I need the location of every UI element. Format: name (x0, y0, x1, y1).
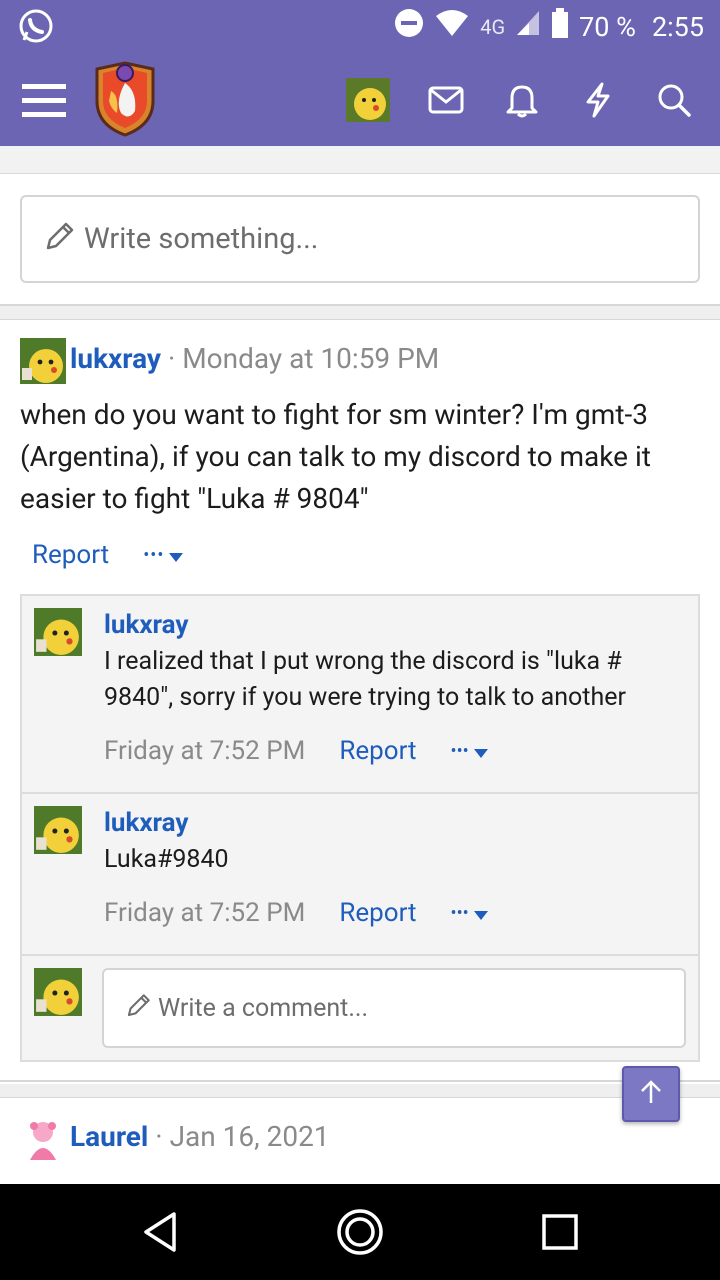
chevron-down-icon[interactable] (473, 898, 489, 928)
lightning-icon[interactable] (572, 74, 624, 126)
post-author[interactable]: Laurel (70, 1120, 148, 1153)
post-author[interactable]: lukxray (70, 342, 161, 375)
dnd-icon (394, 8, 424, 45)
profile-post: lukxray · Monday at 10:59 PM when do you… (0, 320, 720, 1082)
battery-level: 70 % (579, 10, 636, 43)
comment-meta: Friday at 7:52 PM Report ••• (104, 736, 489, 766)
post-header: lukxray · Monday at 10:59 PM (70, 342, 439, 375)
comment-time[interactable]: Friday at 7:52 PM (104, 736, 305, 766)
mail-icon[interactable] (420, 74, 472, 126)
report-link[interactable]: Report (339, 898, 416, 928)
post-time[interactable]: Monday at 10:59 PM (182, 342, 439, 375)
home-icon[interactable] (334, 1206, 386, 1258)
menu-icon[interactable] (18, 74, 70, 126)
comments-section: lukxray I realized that I put wrong the … (20, 594, 700, 1062)
avatar[interactable] (20, 338, 66, 384)
whatsapp-icon (18, 8, 54, 48)
back-icon[interactable] (134, 1206, 186, 1258)
comment-text: I realized that I put wrong the discord … (104, 647, 626, 712)
profile-post: Laurel · Jan 16, 2021 (0, 1098, 720, 1186)
comment-author[interactable]: lukxray (104, 610, 188, 640)
scroll-to-top-button[interactable] (622, 1066, 680, 1122)
write-something-input[interactable]: Write something... (20, 195, 700, 283)
avatar[interactable] (34, 608, 82, 656)
signal-icon (515, 9, 541, 44)
more-options-button[interactable]: ••• (143, 545, 164, 566)
divider (0, 306, 720, 320)
app-bar (0, 52, 720, 146)
battery-icon (551, 8, 569, 45)
bell-icon[interactable] (496, 74, 548, 126)
avatar[interactable] (20, 1116, 66, 1162)
site-logo[interactable] (92, 60, 158, 138)
pencil-icon (42, 220, 76, 258)
more-options-button[interactable]: ••• (451, 741, 469, 762)
recents-icon[interactable] (534, 1206, 586, 1258)
comment-placeholder: Write a comment... (158, 993, 369, 1023)
post-header: Laurel · Jan 16, 2021 (70, 1120, 330, 1153)
comment-author[interactable]: lukxray (104, 808, 188, 838)
comment: lukxray I realized that I put wrong the … (22, 596, 698, 794)
status-bar: 4G 70 % 2:55 (0, 0, 720, 52)
report-link[interactable]: Report (32, 540, 109, 570)
status-composer-area: Write something... (0, 174, 720, 306)
chevron-down-icon[interactable] (473, 736, 489, 766)
network-label: 4G (480, 14, 506, 39)
arrow-up-icon (638, 1079, 664, 1109)
avatar[interactable] (34, 806, 82, 854)
user-avatar[interactable] (346, 78, 390, 122)
comment-time[interactable]: Friday at 7:52 PM (104, 898, 305, 928)
pencil-icon (124, 992, 152, 1024)
write-comment-input[interactable]: Write a comment... (102, 968, 686, 1048)
system-nav-bar (0, 1184, 720, 1280)
separator: · (167, 342, 176, 375)
post-time[interactable]: Jan 16, 2021 (170, 1120, 330, 1153)
post-actions: Report ••• (32, 540, 184, 570)
avatar (34, 968, 82, 1016)
divider (0, 1084, 720, 1098)
divider (0, 146, 720, 174)
comment-meta: Friday at 7:52 PM Report ••• (104, 898, 489, 928)
comment-text: Luka#9840 (104, 845, 229, 874)
separator: · (155, 1120, 163, 1153)
post-body: when do you want to fight for sm winter?… (20, 398, 651, 515)
clock: 2:55 (651, 10, 704, 43)
more-options-button[interactable]: ••• (451, 903, 469, 924)
comment: lukxray Luka#9840 Friday at 7:52 PM Repo… (22, 794, 698, 956)
wifi-icon (434, 8, 470, 45)
report-link[interactable]: Report (339, 736, 416, 766)
composer-placeholder: Write something... (84, 222, 319, 256)
search-icon[interactable] (648, 74, 700, 126)
chevron-down-icon[interactable] (168, 540, 184, 570)
